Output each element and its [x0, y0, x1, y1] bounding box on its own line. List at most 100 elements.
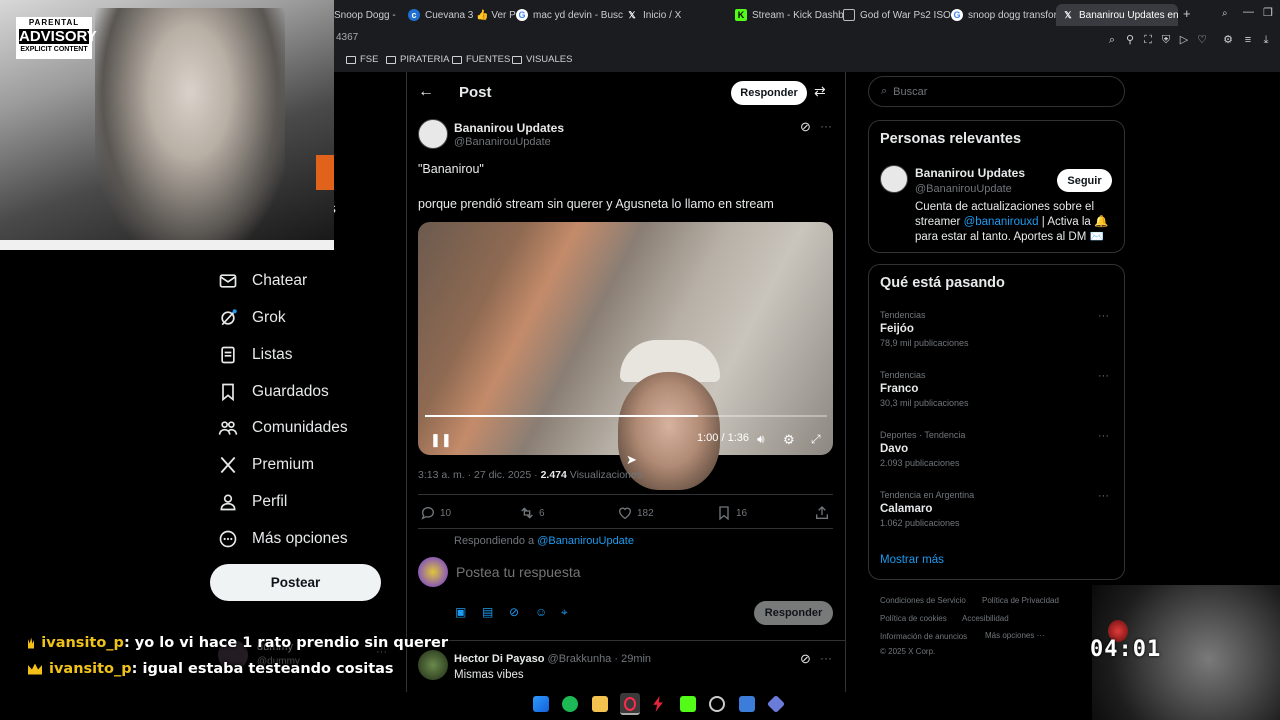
reply-author-handle[interactable]: @Brakkunha	[548, 653, 612, 665]
tab-google-search[interactable]: Gmac yd devin - Busc	[516, 4, 626, 26]
my-avatar[interactable]	[418, 557, 448, 587]
footer-privacy[interactable]: Política de Privacidad	[982, 596, 1059, 605]
pin-icon[interactable]: ⚲	[1124, 34, 1136, 46]
share-action[interactable]	[814, 505, 830, 521]
bookmark-fuentes[interactable]: FUENTES	[452, 54, 510, 65]
trend-item[interactable]: Tendencia en Argentina Calamaro 1.062 pu…	[880, 490, 1115, 528]
minimize-icon[interactable]: —	[1243, 6, 1254, 18]
author-handle[interactable]: @BananirouUpdate	[454, 136, 551, 148]
bookmark-fse[interactable]: FSE	[346, 54, 378, 65]
gif-icon[interactable]: ▤	[482, 605, 493, 619]
obs-icon[interactable]	[709, 696, 725, 712]
like-action[interactable]: 182	[617, 505, 654, 521]
replying-to-handle[interactable]: @BananirouUpdate	[537, 535, 634, 547]
crown-icon	[28, 663, 42, 675]
search-tabs-icon[interactable]: ⌕	[1222, 8, 1228, 19]
show-more-link[interactable]: Mostrar más	[880, 554, 944, 566]
nav-item-chatear[interactable]: Chatear	[218, 266, 307, 296]
menu-icon[interactable]: ≡	[1242, 34, 1254, 46]
nav-item-comunidades[interactable]: Comunidades	[218, 413, 348, 443]
zoom-icon[interactable]: ⌕	[1106, 34, 1118, 46]
nav-item-premium[interactable]: Premium	[218, 450, 314, 480]
app-icon[interactable]	[739, 696, 755, 712]
search-box[interactable]: ⌕ Buscar	[868, 76, 1125, 107]
file-explorer-icon[interactable]	[592, 696, 608, 712]
relevant-avatar[interactable]	[880, 165, 908, 193]
grok-icon[interactable]: ⊘	[800, 119, 811, 135]
location-icon[interactable]: ⌖	[561, 605, 568, 620]
bio-mention[interactable]: @bananirouxd	[964, 216, 1039, 228]
tab-x-home[interactable]: 𝕏 Inicio / X	[626, 4, 736, 26]
download-icon[interactable]: ⤓	[1260, 34, 1272, 46]
tab-bananirou-updates[interactable]: 𝕏 Bananirou Updates en	[1056, 4, 1178, 26]
nav-item-guardados[interactable]: Guardados	[218, 377, 329, 407]
relevant-handle[interactable]: @BananirouUpdate	[915, 183, 1012, 195]
trend-item[interactable]: Deportes · Tendencia Davo 2.093 publicac…	[880, 430, 1115, 468]
divider	[418, 494, 833, 495]
grok-icon[interactable]: ⊘	[509, 605, 519, 619]
more-icon[interactable]: ···	[1098, 370, 1109, 382]
trend-item[interactable]: Tendencias Feijóo 78,9 mil publicaciones…	[880, 310, 1115, 348]
screenshot-icon[interactable]: ⛶	[1142, 34, 1154, 46]
reply-input[interactable]	[454, 562, 734, 582]
relevant-name[interactable]: Bananirou Updates	[915, 166, 1025, 180]
tab-cuevana[interactable]: c Cuevana 3 👍 Ver P	[408, 4, 518, 26]
settings-gear-icon[interactable]: ⚙	[783, 432, 795, 448]
opera-gx-icon[interactable]	[620, 693, 640, 715]
more-icon[interactable]: ···	[820, 119, 832, 133]
shield-icon[interactable]: ⛨	[1160, 34, 1172, 46]
app-icon[interactable]	[766, 694, 786, 714]
reply-submit-button[interactable]: Responder	[754, 601, 833, 625]
footer-ads[interactable]: Información de anuncios	[880, 632, 967, 641]
emoji-icon[interactable]: ☺	[535, 605, 547, 619]
reply-action[interactable]: 10	[420, 505, 451, 521]
footer-accessibility[interactable]: Accesibilidad	[962, 614, 1009, 623]
nav-label: Comunidades	[252, 419, 348, 436]
reply-author-name[interactable]: Hector Di Payaso	[454, 653, 544, 665]
author-name[interactable]: Bananirou Updates	[454, 121, 564, 135]
volume-icon[interactable]: 🔊︎	[757, 432, 765, 447]
more-icon[interactable]: ···	[1098, 310, 1109, 322]
back-arrow-icon[interactable]: ←	[418, 83, 434, 101]
follow-button[interactable]: Seguir	[1057, 169, 1112, 192]
nav-item-perfil[interactable]: Perfil	[218, 487, 287, 517]
kick-icon[interactable]	[680, 696, 696, 712]
windows-start-icon[interactable]	[533, 696, 549, 712]
grok-icon[interactable]: ⊘	[800, 651, 811, 667]
trend-item[interactable]: Tendencias Franco 30,3 mil publicaciones…	[880, 370, 1115, 408]
nav-item-mas-opciones[interactable]: Más opciones	[218, 524, 348, 554]
spotify-icon[interactable]	[562, 696, 578, 712]
footer-terms[interactable]: Condiciones de Servicio	[880, 596, 966, 605]
new-tab-button[interactable]: +	[1183, 6, 1191, 21]
video-time: 1:00 / 1:36	[697, 432, 749, 444]
address-bar[interactable]: 4367	[334, 30, 1280, 48]
filter-icon[interactable]: ⇄	[814, 83, 826, 100]
nav-item-listas[interactable]: Listas	[218, 340, 293, 370]
author-avatar[interactable]	[418, 119, 448, 149]
nav-item-grok[interactable]: Grok	[218, 303, 286, 333]
extensions-icon[interactable]: ⚙	[1222, 34, 1234, 46]
reply-time: · 29min	[614, 653, 652, 665]
stream-chat-overlay: ivansito_p: yo lo vi hace 1 rato prendio…	[28, 630, 448, 682]
play-icon[interactable]: ▷	[1178, 34, 1190, 46]
more-icon[interactable]: ···	[1098, 430, 1109, 442]
bookmark-visuales[interactable]: VISUALES	[512, 54, 572, 65]
more-icon[interactable]: ···	[1098, 490, 1109, 502]
tab-kick-dashboard[interactable]: K Stream - Kick Dashb	[735, 4, 845, 26]
lightning-app-icon[interactable]	[653, 696, 663, 712]
media-icon[interactable]: ▣	[455, 605, 466, 619]
tab-google-snoop[interactable]: Gsnoop dogg transfor	[951, 4, 1061, 26]
more-icon[interactable]: ···	[820, 651, 832, 665]
footer-cookies[interactable]: Política de cookies	[880, 614, 947, 623]
bookmark-action[interactable]: 16	[716, 505, 747, 521]
footer-more[interactable]: Más opciones ···	[985, 631, 1045, 640]
fullscreen-icon[interactable]: ⤢	[811, 432, 821, 447]
restore-icon[interactable]: ❐	[1263, 6, 1273, 19]
heart-icon[interactable]: ♡	[1196, 34, 1208, 46]
pause-icon[interactable]: ❚❚	[430, 432, 452, 448]
repost-action[interactable]: 6	[519, 505, 545, 521]
post-button[interactable]: Postear	[210, 564, 381, 601]
bookmark-pirateria[interactable]: PIRATERIA	[386, 54, 449, 65]
reply-header-button[interactable]: Responder	[731, 81, 807, 105]
tab-god-of-war[interactable]: God of War Ps2 ISO	[843, 4, 953, 26]
